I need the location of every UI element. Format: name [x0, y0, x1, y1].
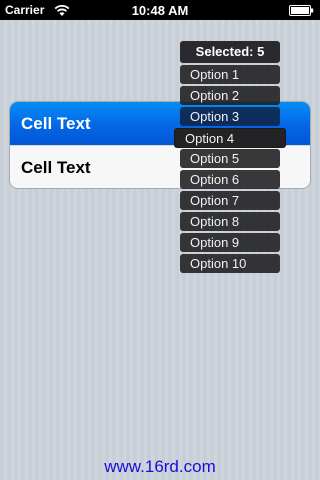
option-item[interactable]: Option 5 — [180, 149, 280, 168]
option-item[interactable]: Option 3 — [180, 107, 280, 126]
option-item[interactable]: Option 10 — [180, 254, 280, 273]
option-item[interactable]: Option 1 — [180, 65, 280, 84]
option-item[interactable]: Option 2 — [180, 86, 280, 105]
option-item[interactable]: Option 7 — [180, 191, 280, 210]
status-time: 10:48 AM — [131, 3, 189, 18]
battery-icon — [289, 5, 314, 16]
option-item[interactable]: Option 8 — [180, 212, 280, 231]
option-item[interactable]: Option 6 — [180, 170, 280, 189]
option-item-active[interactable]: Option 4 — [174, 128, 286, 148]
option-item[interactable]: Option 9 — [180, 233, 280, 252]
status-bar: Carrier 10:48 AM — [0, 0, 320, 20]
selected-count-header[interactable]: Selected: 5 — [180, 41, 280, 63]
footer-website-link[interactable]: www.16rd.com — [0, 457, 320, 477]
